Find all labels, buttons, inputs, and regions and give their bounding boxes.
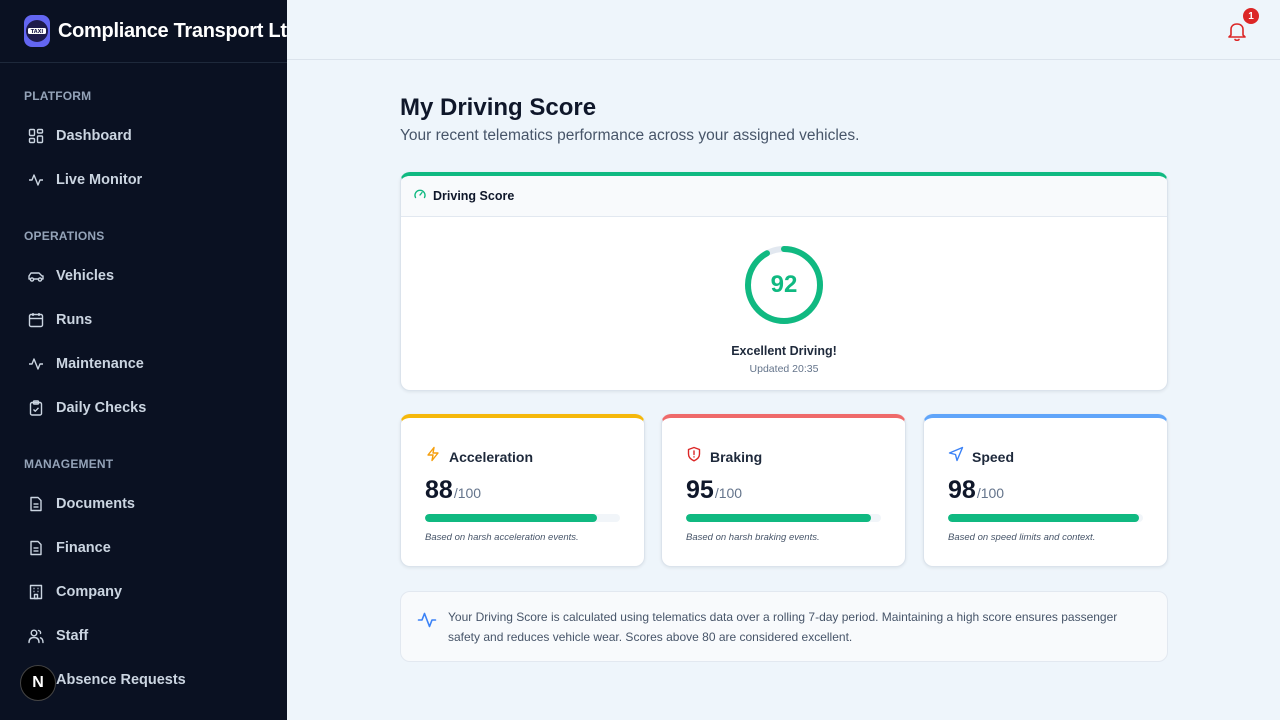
sidebar-item-vehicles[interactable]: Vehicles — [24, 258, 264, 294]
section-label-platform: PLATFORM — [24, 89, 92, 103]
taxi-logo-icon: TAXI — [24, 15, 50, 47]
sidebar-item-label: Staff — [56, 628, 89, 644]
info-box: Your Driving Score is calculated using t… — [400, 591, 1168, 662]
svg-text:TAXI: TAXI — [31, 29, 44, 35]
sidebar-item-absence-requests[interactable]: Absence Requests — [24, 662, 264, 698]
sidebar-item-label: Company — [56, 584, 123, 600]
metric-suffix: /100 — [714, 485, 743, 501]
metric-progress-bar — [686, 514, 881, 522]
sidebar-item-label: Absence Requests — [56, 672, 186, 688]
metric-value: 88 — [425, 476, 453, 504]
metric-progress-bar — [425, 514, 620, 522]
metric-progress-bar — [948, 514, 1143, 522]
sidebar-item-company[interactable]: Company — [24, 574, 264, 610]
metric-suffix: /100 — [976, 485, 1005, 501]
sidebar-item-finance[interactable]: Finance — [24, 530, 264, 566]
sidebar-item-label: Documents — [56, 496, 135, 512]
sidebar-item-label: Vehicles — [56, 268, 115, 284]
activity-icon — [24, 352, 48, 376]
metric-title: Acceleration — [449, 448, 534, 465]
sidebar-item-runs[interactable]: Runs — [24, 302, 264, 338]
sidebar-item-label: Live Monitor — [56, 172, 143, 188]
lightning-icon — [425, 446, 441, 467]
sidebar-item-documents[interactable]: Documents — [24, 486, 264, 522]
building-icon — [24, 580, 48, 604]
sidebar-item-staff[interactable]: Staff — [24, 618, 264, 654]
car-icon — [24, 264, 48, 288]
driving-score-header: Driving Score — [401, 176, 1167, 217]
metric-title: Braking — [710, 448, 763, 465]
shield-alert-icon — [686, 446, 702, 467]
section-label-management: MANAGEMENT — [24, 457, 114, 471]
sidebar-item-live-monitor[interactable]: Live Monitor — [24, 162, 264, 198]
speed-card: Speed 98 /100 Based on speed limits and … — [923, 414, 1168, 567]
sidebar-item-maintenance[interactable]: Maintenance — [24, 346, 264, 382]
notification-badge: 1 — [1243, 8, 1259, 24]
activity-icon — [24, 168, 48, 192]
metric-progress-fill — [686, 514, 872, 522]
metric-note: Based on harsh acceleration events. — [425, 532, 579, 543]
gauge-icon — [413, 187, 427, 206]
navigation-icon — [948, 446, 964, 467]
score-status: Excellent Driving! — [731, 344, 837, 358]
sidebar-item-dashboard[interactable]: Dashboard — [24, 118, 264, 154]
calendar-icon — [24, 308, 48, 332]
sidebar-item-label: Runs — [56, 312, 93, 328]
driving-score-label: Driving Score — [433, 189, 515, 203]
acceleration-card: Acceleration 88 /100 Based on harsh acce… — [400, 414, 645, 567]
score-updated: Updated 20:35 — [749, 363, 819, 375]
sidebar-item-daily-checks[interactable]: Daily Checks — [24, 390, 264, 426]
metric-progress-fill — [948, 514, 1140, 522]
braking-card: Braking 95 /100 Based on harsh braking e… — [661, 414, 906, 567]
metric-value: 98 — [948, 476, 976, 504]
document-icon — [24, 492, 48, 516]
page-subtitle: Your recent telematics performance acros… — [400, 127, 860, 144]
page-title: My Driving Score — [400, 94, 597, 121]
metric-value: 95 — [686, 476, 714, 504]
sidebar-item-label: Finance — [56, 540, 111, 556]
metric-progress-fill — [425, 514, 597, 522]
metric-suffix: /100 — [453, 485, 482, 501]
grid-icon — [24, 124, 48, 148]
driving-score-card: Driving Score 92 Excellent Driving! Upda… — [400, 172, 1168, 391]
score-value: 92 — [770, 271, 798, 298]
metric-note: Based on harsh braking events. — [686, 532, 820, 543]
info-text: Your Driving Score is calculated using t… — [448, 610, 1118, 644]
section-label-operations: OPERATIONS — [24, 229, 105, 243]
avatar[interactable]: N — [20, 665, 56, 701]
activity-icon — [417, 610, 437, 630]
brand-name: Compliance Transport Ltd — [58, 19, 287, 42]
metric-note: Based on speed limits and context. — [948, 532, 1096, 543]
bell-icon[interactable] — [1226, 20, 1248, 42]
clipboard-check-icon — [24, 396, 48, 420]
sidebar-item-label: Daily Checks — [56, 400, 147, 416]
brand[interactable]: TAXI Compliance Transport Ltd — [0, 0, 287, 63]
metric-title: Speed — [972, 448, 1015, 465]
sidebar: TAXI Compliance Transport Ltd PLATFORM D… — [0, 0, 287, 720]
sidebar-item-label: Dashboard — [56, 128, 132, 144]
sidebar-item-label: Maintenance — [56, 356, 144, 372]
users-icon — [24, 624, 48, 648]
score-ring: 92 — [743, 244, 825, 326]
document-icon — [24, 536, 48, 560]
top-bar: 1 — [287, 0, 1280, 60]
